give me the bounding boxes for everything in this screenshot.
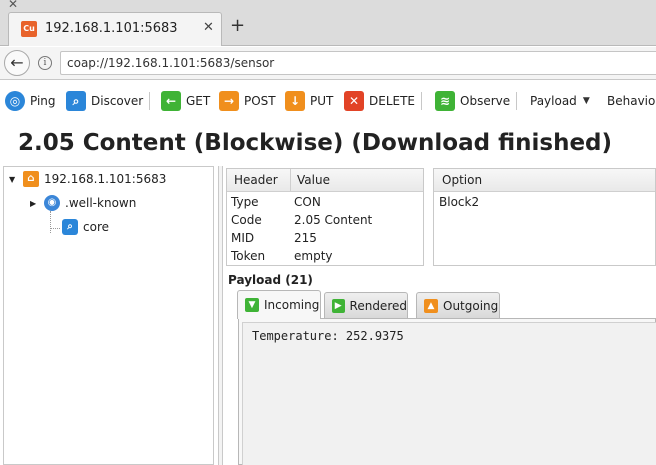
header-row-value: 215 bbox=[294, 231, 317, 245]
rendered-icon: ▶ bbox=[332, 298, 345, 313]
option-table-head: Option bbox=[434, 169, 655, 192]
expand-triangle-icon[interactable]: ▼ bbox=[9, 175, 19, 184]
discover-label: Discover bbox=[91, 94, 144, 108]
tree-item-core[interactable]: ⌕ core bbox=[62, 216, 109, 238]
header-row-name: Type bbox=[231, 195, 259, 209]
tree-item-host[interactable]: ▼ ⌂ 192.168.1.101:5683 bbox=[9, 168, 166, 190]
tree-item-well-known-label: .well-known bbox=[65, 196, 137, 210]
tab-outgoing[interactable]: ▲ Outgoing bbox=[416, 292, 500, 318]
discover-button[interactable]: ⌕ Discover bbox=[66, 90, 143, 112]
get-button[interactable]: ← GET bbox=[161, 90, 210, 112]
home-icon: ⌂ bbox=[23, 171, 39, 187]
tab-rendered[interactable]: ▶ Rendered bbox=[324, 292, 408, 318]
column-header-value[interactable]: Value bbox=[297, 173, 330, 187]
copper-toolbar: ◎ Ping ⌕ Discover ← GET → POST ↓ PUT ✕ D… bbox=[0, 86, 656, 116]
option-row: Block2 bbox=[439, 195, 480, 209]
payload-panel: Temperature: 252.9375 bbox=[238, 318, 656, 465]
column-header-option[interactable]: Option bbox=[442, 173, 482, 187]
ping-button[interactable]: ◎ Ping bbox=[5, 90, 56, 112]
payload-label: Payload (21) bbox=[228, 273, 313, 287]
browser-tab-bar: ✕ Cu 192.168.1.101:5683 ✕ + bbox=[0, 0, 656, 46]
url-input[interactable] bbox=[60, 51, 656, 75]
payload-content: Temperature: 252.9375 bbox=[252, 329, 404, 343]
header-row-value: CON bbox=[294, 195, 321, 209]
arrow-right-icon: → bbox=[219, 91, 239, 111]
observe-label: Observe bbox=[460, 94, 511, 108]
arrow-left-icon: ← bbox=[161, 91, 181, 111]
tab-incoming-label: Incoming bbox=[264, 298, 320, 312]
header-row-value: 2.05 Content bbox=[294, 213, 373, 227]
toolbar-divider bbox=[421, 92, 422, 110]
arrow-down-icon: ↓ bbox=[285, 91, 305, 111]
column-header-header[interactable]: Header bbox=[234, 173, 278, 187]
globe-icon: ◉ bbox=[44, 195, 60, 211]
ping-label: Ping bbox=[30, 94, 56, 108]
site-info-icon[interactable]: i bbox=[38, 56, 52, 70]
browser-tab[interactable]: Cu 192.168.1.101:5683 ✕ bbox=[8, 12, 222, 46]
tree-item-host-label: 192.168.1.101:5683 bbox=[44, 172, 167, 186]
post-label: POST bbox=[244, 94, 276, 108]
column-divider bbox=[290, 169, 291, 192]
payload-menu-button[interactable]: Payload ▼ bbox=[530, 90, 590, 112]
behavior-menu-label: Behavior bbox=[607, 94, 656, 108]
payload-textarea[interactable]: Temperature: 252.9375 bbox=[242, 322, 656, 465]
navigation-bar: ← i bbox=[0, 47, 656, 80]
header-row-name: MID bbox=[231, 231, 255, 245]
tree-item-core-label: core bbox=[83, 220, 109, 234]
window-close-icon[interactable]: ✕ bbox=[8, 0, 18, 11]
back-arrow-icon[interactable]: ← bbox=[4, 50, 30, 76]
magnifier-icon: ⌕ bbox=[62, 219, 78, 235]
tree-connector-line bbox=[50, 211, 51, 233]
tree-item-well-known[interactable]: ▶ ◉ .well-known bbox=[30, 192, 136, 214]
ping-icon: ◎ bbox=[5, 91, 25, 111]
observe-feed-icon: ≋ bbox=[435, 91, 455, 111]
tab-rendered-label: Rendered bbox=[349, 298, 407, 313]
header-row-name: Code bbox=[231, 213, 262, 227]
get-label: GET bbox=[186, 94, 211, 108]
behavior-menu-button[interactable]: Behavior bbox=[607, 90, 656, 112]
incoming-icon: ▼ bbox=[245, 298, 259, 312]
expand-triangle-icon[interactable]: ▶ bbox=[30, 199, 40, 208]
option-table: Option Block2 bbox=[433, 168, 656, 266]
response-status-title: 2.05 Content (Blockwise) (Download finis… bbox=[18, 130, 613, 156]
tab-title: 192.168.1.101:5683 bbox=[45, 21, 178, 36]
delete-x-icon: ✕ bbox=[344, 91, 364, 111]
outgoing-icon: ▲ bbox=[424, 298, 438, 313]
copper-favicon-icon: Cu bbox=[21, 21, 37, 37]
tree-connector-line bbox=[50, 228, 60, 229]
header-row-name: Token bbox=[231, 249, 266, 263]
observe-button[interactable]: ≋ Observe bbox=[435, 90, 510, 112]
delete-label: DELETE bbox=[369, 94, 416, 108]
post-button[interactable]: → POST bbox=[219, 90, 276, 112]
tab-incoming[interactable]: ▼ Incoming bbox=[237, 290, 321, 319]
chevron-down-icon: ▼ bbox=[582, 96, 590, 106]
toolbar-divider bbox=[149, 92, 150, 110]
delete-button[interactable]: ✕ DELETE bbox=[344, 90, 415, 112]
toolbar-divider bbox=[516, 92, 517, 110]
tab-close-icon[interactable]: ✕ bbox=[203, 20, 214, 35]
header-table: Header Value Type CON Code 2.05 Content … bbox=[226, 168, 424, 266]
put-button[interactable]: ↓ PUT bbox=[285, 90, 333, 112]
header-row-value: empty bbox=[294, 249, 333, 263]
header-table-head: Header Value bbox=[227, 169, 423, 192]
pane-splitter[interactable] bbox=[218, 166, 223, 465]
put-label: PUT bbox=[310, 94, 334, 108]
new-tab-icon[interactable]: + bbox=[230, 15, 245, 36]
payload-menu-label: Payload bbox=[530, 94, 577, 108]
magnifier-icon: ⌕ bbox=[66, 91, 86, 111]
tab-outgoing-label: Outgoing bbox=[443, 298, 499, 313]
